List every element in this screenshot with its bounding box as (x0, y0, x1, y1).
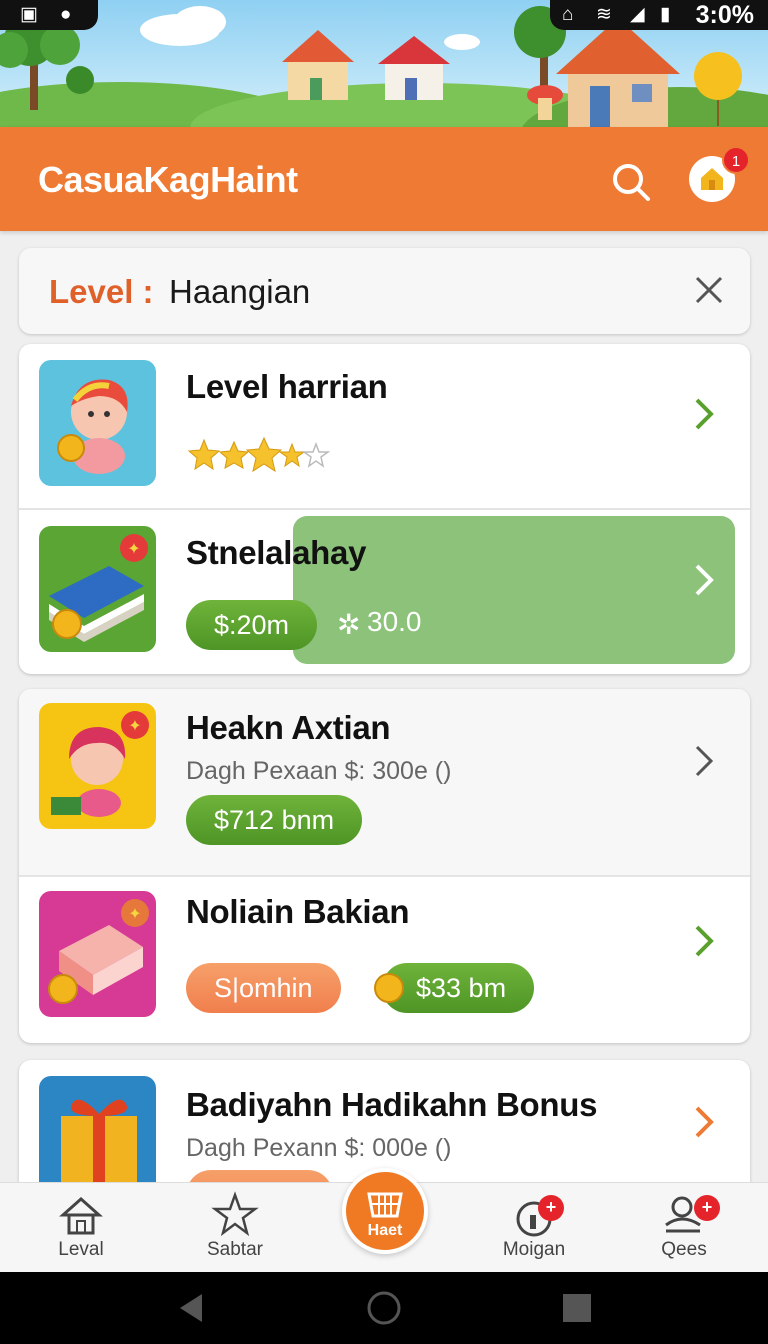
star-icon (211, 1191, 259, 1237)
app-notification-icon: ● (60, 4, 72, 25)
app-title: CasuaKagHaint (38, 159, 298, 200)
star-icon (187, 438, 221, 471)
book-thumbnail-icon: ✦ (48, 899, 149, 1004)
item-subtitle: Dagh Pexann $: 000e () (186, 1134, 452, 1162)
list-item-heakn-axtian[interactable]: ✦ Heakn Axtian Dagh Pexaan $: 300e () $7… (19, 689, 750, 875)
item-title: Badiyahn Hadikahn Bonus (186, 1086, 598, 1123)
nav-label: Leval (58, 1239, 104, 1260)
basket-icon (367, 1192, 403, 1218)
chevron-right-icon (695, 745, 714, 777)
nav-item-leval[interactable]: Leval (21, 1183, 141, 1273)
status-bar: ▣ ● ⌂ ≋ ◢ ▮ 3:0% (0, 0, 768, 30)
app-header: CasuaKagHaint (0, 127, 768, 231)
item-thumbnail: ✦ (39, 526, 156, 652)
item-title: Level harrian (186, 368, 388, 405)
star-icon (245, 436, 283, 473)
notification-badge: 1 (722, 146, 750, 174)
phone-icon: ▣ (20, 4, 38, 25)
search-icon (613, 164, 650, 201)
svg-text:✦: ✦ (128, 904, 141, 923)
nav-badge: + (538, 1195, 564, 1221)
status-bar-right: ⌂ ≋ ◢ ▮ 3:0% (550, 0, 768, 30)
wifi-icon: ≋ (596, 4, 612, 25)
battery-icon: ▮ (660, 4, 671, 25)
level-filter-label: Level : (49, 273, 154, 310)
svg-text:✦: ✦ (127, 539, 140, 558)
chevron-right-icon (695, 1106, 714, 1138)
nav-label: Moigan (502, 1239, 566, 1260)
chevron-right-icon (695, 398, 714, 430)
item-subtitle: Dagh Pexaan $: 300e () (186, 757, 452, 785)
character-thumbnail-icon: ✦ (51, 711, 149, 817)
back-icon[interactable] (172, 1290, 212, 1326)
signal-icon: ◢ (630, 4, 645, 25)
price-pill: $712 bnm (186, 795, 363, 845)
item-thumbnail: ✦ (39, 703, 156, 829)
item-thumbnail: ✦ (39, 891, 156, 1017)
books-thumbnail-icon: ✦ (49, 534, 148, 642)
list-item-level-harrian[interactable]: Level harrian (19, 344, 750, 508)
nav-label: Qees (661, 1239, 707, 1260)
home-button-icon[interactable] (364, 1290, 404, 1326)
nav-label: Haet (367, 1222, 403, 1239)
level-filter-value: Haangian (169, 273, 311, 310)
price-pill: $:20m (186, 600, 318, 650)
item-card: Level harrian ✦ Stnelalahay $:20m ✲ 30.0 (19, 344, 750, 674)
star-icon (218, 440, 250, 469)
system-navigation-bar (0, 1272, 768, 1344)
nav-label: Sabtar (207, 1239, 263, 1260)
nav-item-haet[interactable]: Haet (342, 1168, 428, 1254)
level-filter-bar[interactable]: Level : Haangian (19, 248, 750, 334)
item-title: Noliain Bakian (186, 893, 410, 930)
clear-filter-button[interactable] (689, 270, 729, 310)
chevron-right-icon (695, 564, 714, 596)
tag-pill: S|omhin (186, 963, 341, 1013)
item-title: Heakn Axtian (186, 709, 391, 746)
star-rating (186, 436, 356, 476)
star-icon (278, 442, 306, 468)
clock-time: 3:0% (695, 1, 754, 29)
nav-item-sabtar[interactable]: Sabtar (175, 1183, 295, 1273)
price-pill: $33 bm (374, 963, 535, 1013)
nav-badge: + (694, 1195, 720, 1221)
rating-value: 30.0 (367, 606, 422, 637)
coin-icon (374, 973, 404, 1003)
home-icon (59, 1196, 103, 1235)
item-card: ✦ Heakn Axtian Dagh Pexaan $: 300e () $7… (19, 689, 750, 1043)
item-thumbnail (39, 360, 156, 486)
star-outline-icon (301, 441, 331, 468)
chevron-right-icon (695, 925, 714, 957)
recents-icon[interactable] (556, 1290, 596, 1326)
cast-icon: ⌂ (562, 4, 574, 25)
rating-icon: ✲ (337, 609, 361, 640)
close-icon (695, 276, 723, 304)
svg-text:✦: ✦ (128, 716, 141, 735)
search-button[interactable] (604, 155, 660, 211)
nav-item-moigan[interactable]: + Moigan (474, 1183, 594, 1273)
price-value: $33 bm (416, 973, 507, 1003)
item-title: Stnelalahay (186, 534, 367, 571)
character-thumbnail-icon (57, 379, 128, 474)
list-item-stnelalahay[interactable]: ✦ Stnelalahay $:20m ✲ 30.0 (19, 510, 750, 674)
list-item-noliain-bakian[interactable]: ✦ Noliain Bakian S|omhin $33 bm (19, 877, 750, 1043)
status-bar-left: ▣ ● (0, 0, 98, 30)
nav-item-qees[interactable]: + Qees (624, 1183, 744, 1273)
